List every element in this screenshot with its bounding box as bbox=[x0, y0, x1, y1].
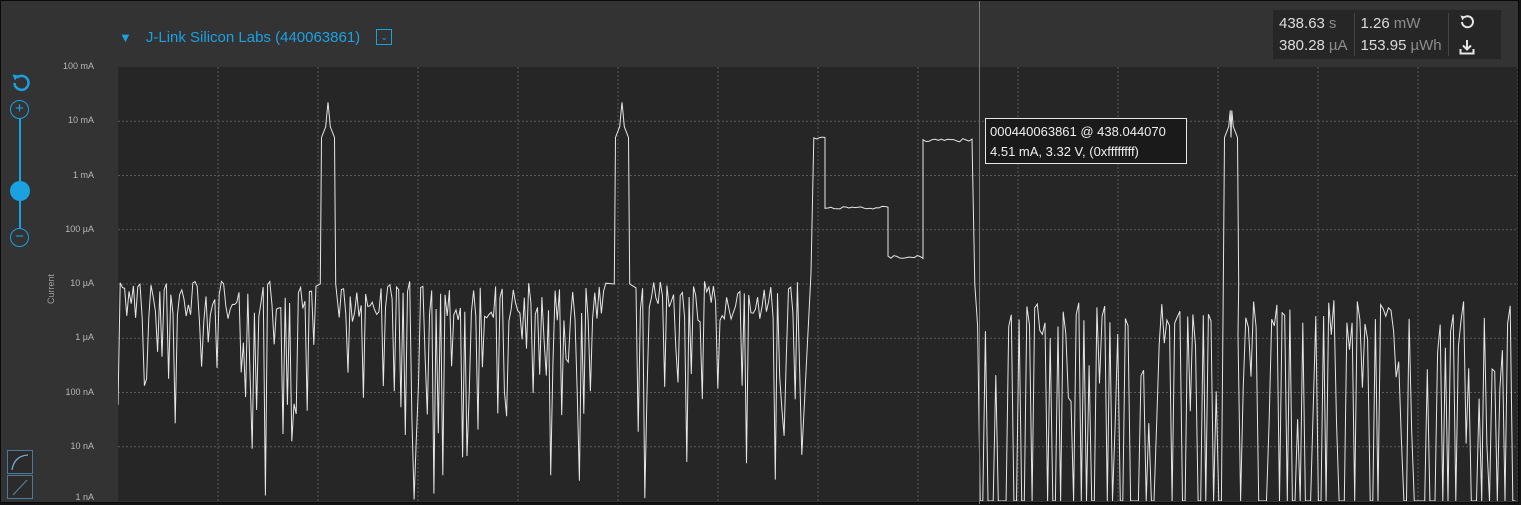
line-mode-button[interactable] bbox=[7, 475, 33, 499]
tooltip-line-1: 000440063861 @ 438.044070 bbox=[990, 124, 1166, 139]
curve-mode-icon bbox=[11, 454, 29, 471]
cursor-line bbox=[979, 1, 980, 504]
curve-mode-button[interactable] bbox=[7, 450, 33, 474]
time-unit: s bbox=[1328, 15, 1337, 33]
stats-col-power-energy: 1.26 mW 153.95 µWh bbox=[1355, 10, 1448, 59]
y-tick-label: 100 µA bbox=[65, 223, 94, 234]
reset-zoom-icon[interactable] bbox=[9, 71, 33, 95]
zoom-in-icon[interactable]: + bbox=[10, 100, 29, 119]
y-tick-label: 100 mA bbox=[62, 61, 94, 71]
zoom-controls: + − bbox=[7, 69, 35, 254]
energy-value: 153.95 bbox=[1360, 36, 1407, 54]
time-value: 438.63 bbox=[1279, 15, 1325, 33]
chart-grid bbox=[118, 67, 1518, 501]
avg-current-unit: µA bbox=[1328, 36, 1348, 54]
power-unit: mW bbox=[1393, 15, 1421, 33]
energy-unit: µWh bbox=[1410, 36, 1442, 54]
stats-download-icon[interactable] bbox=[1458, 38, 1476, 56]
app-window: ▼ J-Link Silicon Labs (440063861) ⌄ 438.… bbox=[0, 0, 1519, 504]
zoom-slider-track[interactable] bbox=[19, 119, 21, 229]
device-header[interactable]: ▼ J-Link Silicon Labs (440063861) ⌄ bbox=[119, 27, 393, 47]
stats-buttons bbox=[1449, 10, 1485, 59]
zoom-slider-handle[interactable] bbox=[10, 181, 30, 201]
trace-layer bbox=[118, 102, 1516, 501]
y-tick-label: 100 nA bbox=[65, 386, 94, 397]
zoom-out-icon[interactable]: − bbox=[10, 228, 29, 247]
device-name: J-Link Silicon Labs (440063861) bbox=[145, 28, 361, 46]
line-mode-icon bbox=[12, 479, 28, 496]
y-tick-label: 10 nA bbox=[70, 440, 94, 451]
y-tick-label: 1 nA bbox=[75, 492, 94, 502]
stats-panel: 438.63 s 380.28 µA 1.26 mW 153.95 µWh bbox=[1273, 10, 1501, 59]
y-tick-label: 10 mA bbox=[67, 115, 94, 126]
tooltip-line-2: 4.51 mA, 3.32 V, (0xffffffff) bbox=[990, 144, 1139, 159]
y-tick-label: 1 mA bbox=[72, 169, 94, 180]
collapse-triangle-icon[interactable]: ▼ bbox=[119, 30, 132, 45]
y-axis-title: Current bbox=[46, 274, 56, 305]
current-trace-line bbox=[118, 102, 1516, 501]
cursor-tooltip: 000440063861 @ 438.044070 4.51 mA, 3.32 … bbox=[985, 118, 1187, 164]
stats-reset-icon[interactable] bbox=[1458, 13, 1476, 31]
power-value: 1.26 bbox=[1360, 15, 1390, 33]
stats-col-time-current: 438.63 s 380.28 µA bbox=[1273, 10, 1354, 59]
current-chart[interactable] bbox=[118, 67, 1518, 501]
device-dropdown-chevron-icon[interactable]: ⌄ bbox=[376, 29, 393, 45]
y-tick-label: 1 µA bbox=[75, 332, 94, 343]
avg-current-value: 380.28 bbox=[1279, 36, 1325, 54]
